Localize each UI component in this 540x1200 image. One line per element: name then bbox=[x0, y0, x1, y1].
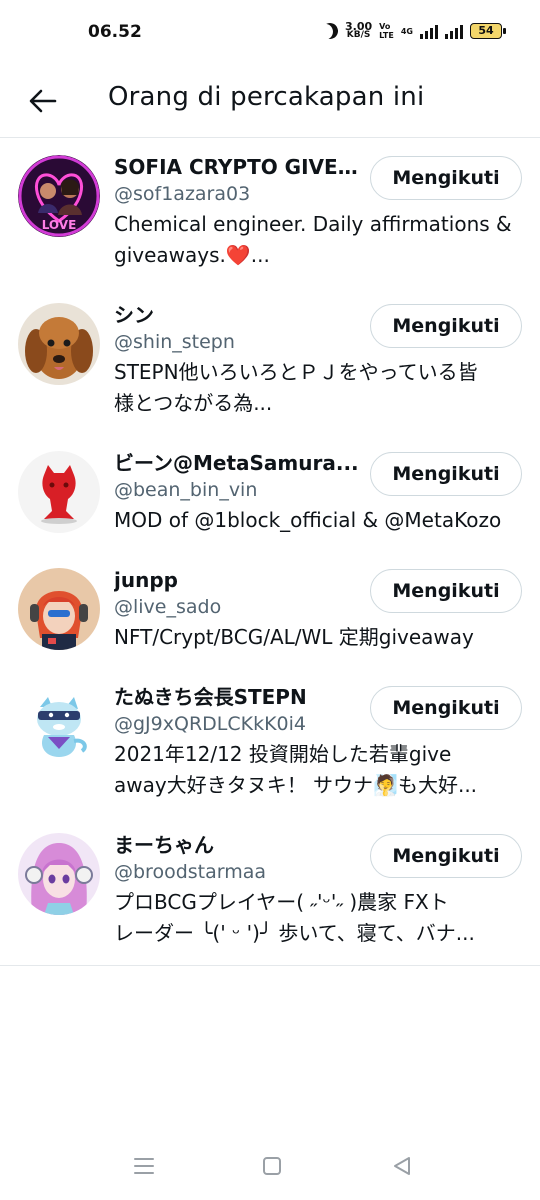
avatar-anime-headphones bbox=[18, 568, 100, 650]
avatar[interactable]: LOVE bbox=[18, 155, 100, 237]
bio-line: Chemical engineer. Daily affirmations & bbox=[114, 212, 512, 236]
recent-apps-button[interactable] bbox=[124, 1148, 164, 1184]
user-handle: @live_sado bbox=[114, 596, 222, 618]
status-bar: 06.52 3.00 KB/S Vo LTE 4G 54 bbox=[0, 0, 540, 68]
user-handle: @broodstarmaa bbox=[114, 861, 267, 883]
people-list: LOVE SOFIA CRYPTO GIVE... @sof1azara03 C… bbox=[0, 139, 540, 966]
avatar-anime-girl bbox=[18, 833, 100, 915]
user-bio: NFT/Crypt/BCG/AL/WL 定期giveaway bbox=[114, 622, 514, 653]
user-name: シン bbox=[114, 303, 154, 327]
network-type-label: 4G bbox=[400, 26, 413, 36]
avatar[interactable] bbox=[18, 685, 100, 767]
avatar-tanuki-mascot bbox=[18, 685, 100, 767]
bio-line: レーダー ╰(' ᵕ ')╯ 歩いて、寝て、バナ... bbox=[114, 921, 475, 945]
avatar[interactable] bbox=[18, 303, 100, 385]
volte-indicator: Vo LTE bbox=[379, 22, 394, 40]
svg-text:LOVE: LOVE bbox=[42, 218, 77, 232]
home-button[interactable] bbox=[252, 1148, 292, 1184]
system-nav-bar bbox=[0, 1134, 540, 1200]
list-item[interactable]: junpp @live_sado NFT/Crypt/BCG/AL/WL 定期g… bbox=[0, 552, 540, 669]
home-square-icon bbox=[263, 1157, 281, 1175]
network-speed-unit: KB/S bbox=[346, 30, 371, 40]
bio-line: 様とつながる為... bbox=[114, 391, 273, 415]
user-bio: STEPN他いろいろとＰＪをやっている皆 様とつながる為... bbox=[114, 357, 514, 419]
avatar[interactable] bbox=[18, 833, 100, 915]
bio-line: MOD of @1block_official & @MetaKozo bbox=[114, 508, 502, 532]
user-bio: MOD of @1block_official & @MetaKozo bbox=[114, 505, 514, 536]
bio-line: STEPN他いろいろとＰＪをやっている皆 bbox=[114, 360, 478, 384]
avatar-dog bbox=[18, 303, 100, 385]
following-button[interactable]: Mengikuti bbox=[370, 834, 522, 878]
bio-line: NFT/Crypt/BCG/AL/WL 定期giveaway bbox=[114, 625, 474, 649]
network-type: 4G bbox=[401, 27, 413, 36]
list-item[interactable]: LOVE SOFIA CRYPTO GIVE... @sof1azara03 C… bbox=[0, 139, 540, 287]
back-button[interactable] bbox=[20, 78, 66, 124]
status-icons: 3.00 KB/S Vo LTE 4G 54 bbox=[320, 21, 506, 42]
following-button[interactable]: Mengikuti bbox=[370, 304, 522, 348]
user-name: ビーン@MetaSamura... bbox=[114, 451, 359, 475]
avatar-sofia-crypto: LOVE bbox=[18, 155, 100, 237]
signal-2-icon bbox=[445, 23, 463, 39]
menu-icon bbox=[134, 1158, 154, 1174]
list-item[interactable]: まーちゃん @broodstarmaa プロBCGプレイヤー( ˶'ᵕ'˶ )農… bbox=[0, 817, 540, 965]
bio-line: away大好きタヌキ！ サウナ🧖も大好... bbox=[114, 773, 478, 797]
avatar[interactable] bbox=[18, 568, 100, 650]
battery-level: 54 bbox=[478, 24, 494, 37]
following-button[interactable]: Mengikuti bbox=[370, 569, 522, 613]
page-title: Orang di percakapan ini bbox=[108, 82, 425, 112]
user-handle: @gJ9xQRDLCKkK0i4 bbox=[114, 713, 307, 735]
following-button[interactable]: Mengikuti bbox=[370, 156, 522, 200]
following-button[interactable]: Mengikuti bbox=[370, 452, 522, 496]
following-button[interactable]: Mengikuti bbox=[370, 686, 522, 730]
status-time: 06.52 bbox=[88, 22, 142, 42]
user-name: まーちゃん bbox=[114, 833, 214, 857]
bio-line: giveaways.❤️... bbox=[114, 243, 270, 267]
back-triangle-icon bbox=[394, 1157, 410, 1175]
user-handle: @sof1azara03 bbox=[114, 183, 251, 205]
do-not-disturb-icon bbox=[320, 21, 341, 42]
list-item[interactable]: たぬきち会長STEPN @gJ9xQRDLCKkK0i4 2021年12/12 … bbox=[0, 669, 540, 817]
avatar-red-figure bbox=[18, 451, 100, 533]
user-name: junpp bbox=[114, 568, 178, 592]
user-bio: 2021年12/12 投資開始した若輩give away大好きタヌキ！ サウナ🧖… bbox=[114, 739, 514, 801]
avatar[interactable] bbox=[18, 451, 100, 533]
network-speed: 3.00 KB/S bbox=[345, 21, 372, 40]
user-handle: @bean_bin_vin bbox=[114, 479, 258, 501]
bio-line: 2021年12/12 投資開始した若輩give bbox=[114, 742, 452, 766]
volte-top: Vo bbox=[379, 22, 391, 31]
bio-line: プロBCGプレイヤー( ˶'ᵕ'˶ )農家 FXト bbox=[114, 890, 449, 914]
user-bio: プロBCGプレイヤー( ˶'ᵕ'˶ )農家 FXト レーダー ╰(' ᵕ ')╯… bbox=[114, 887, 514, 949]
user-name: たぬきち会長STEPN bbox=[114, 685, 307, 709]
header: Orang di percakapan ini bbox=[0, 68, 540, 138]
user-handle: @shin_stepn bbox=[114, 331, 235, 353]
volte-bottom: LTE bbox=[379, 31, 394, 40]
list-item[interactable]: ビーン@MetaSamura... @bean_bin_vin MOD of @… bbox=[0, 435, 540, 552]
system-back-button[interactable] bbox=[382, 1148, 422, 1184]
signal-icon bbox=[420, 23, 438, 39]
battery-icon: 54 bbox=[470, 23, 506, 39]
user-bio: Chemical engineer. Daily affirmations & … bbox=[114, 209, 514, 271]
list-item[interactable]: シン @shin_stepn STEPN他いろいろとＰＪをやっている皆 様とつな… bbox=[0, 287, 540, 435]
user-name: SOFIA CRYPTO GIVE... bbox=[114, 155, 359, 179]
arrow-left-icon bbox=[29, 89, 57, 113]
